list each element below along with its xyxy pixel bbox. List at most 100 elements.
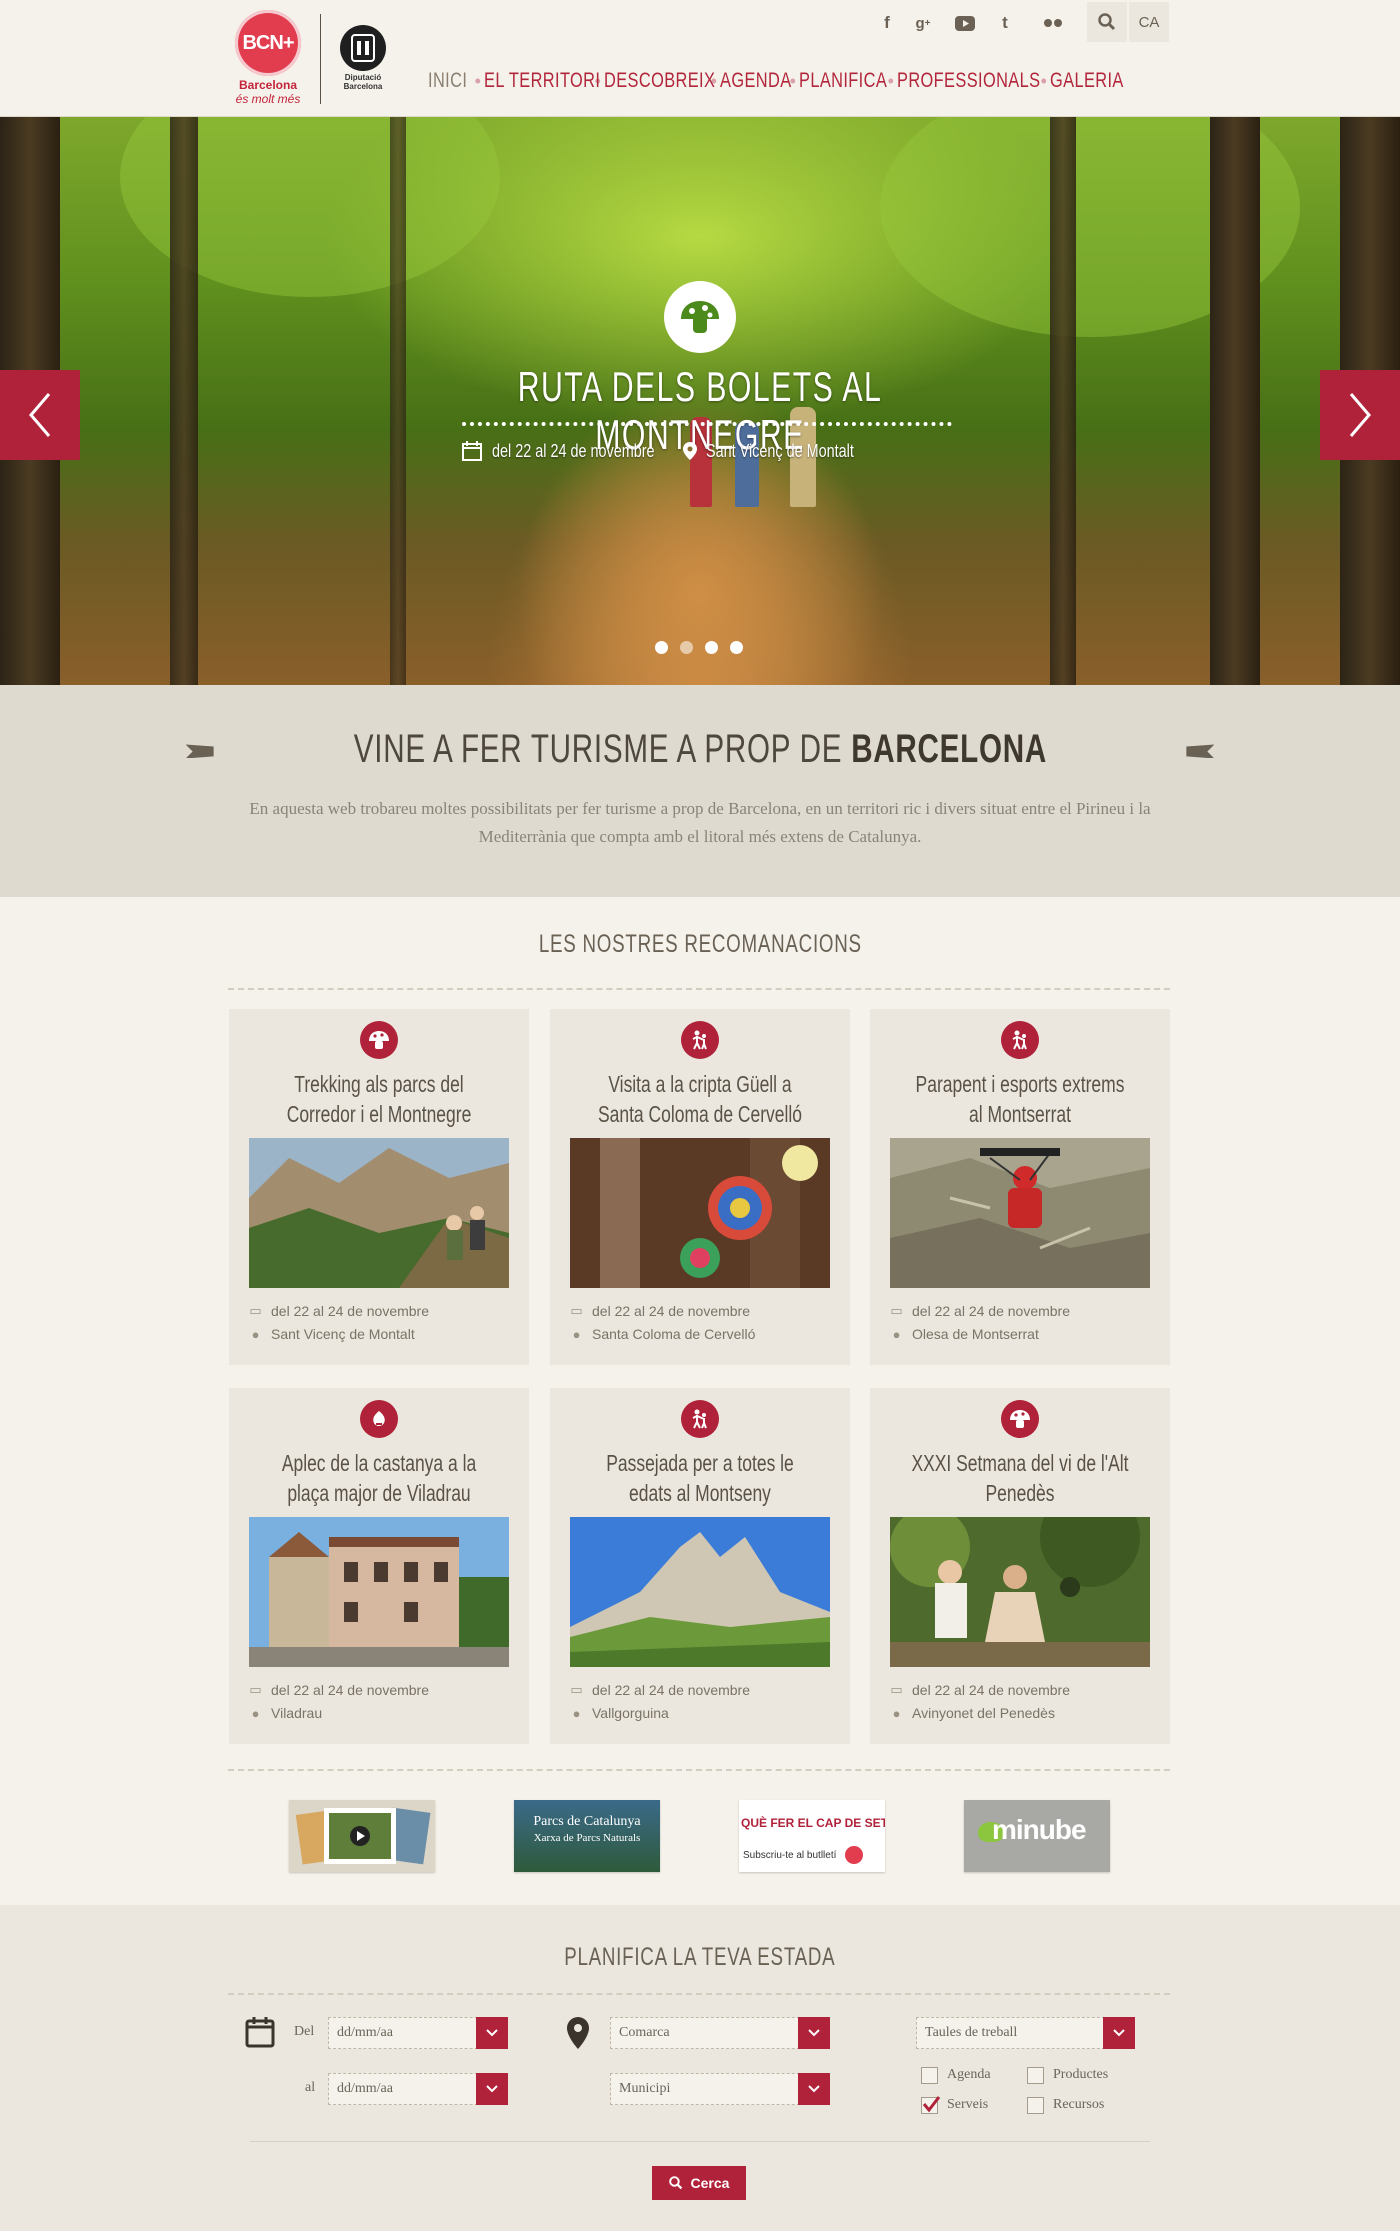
chestnut-icon [360, 1400, 398, 1438]
mushroom-icon [1001, 1400, 1039, 1438]
chevron-down-icon[interactable] [476, 2073, 508, 2105]
comarca-select[interactable]: Comarca [610, 2017, 830, 2049]
calendar-icon: ▭ [570, 1303, 583, 1318]
from-label: Del [294, 2024, 315, 2039]
card-title[interactable]: Parapent i esports extrems al Montserrat [876, 1069, 1164, 1129]
nav-item-el-territori[interactable]: EL TERRITORI [484, 69, 600, 93]
search-icon[interactable] [1087, 2, 1127, 42]
google-plus-icon[interactable]: g + [908, 8, 938, 38]
chevron-down-icon[interactable] [798, 2017, 830, 2049]
card-title-text: XXXI Setmana del vi de l'Alt Penedès [911, 1450, 1129, 1506]
flickr-icon[interactable] [1038, 8, 1068, 38]
nav-item-professionals[interactable]: PROFESSIONALS [897, 69, 1040, 93]
chevron-down-icon[interactable] [476, 2017, 508, 2049]
minube-logo-text: minube [992, 1814, 1087, 1845]
card-image[interactable] [890, 1517, 1150, 1667]
checkbox-agenda[interactable] [921, 2067, 938, 2084]
recommendations-title-text: LES NOSTRES RECOMANACIONS [538, 930, 862, 958]
location-pin-icon: ● [251, 1705, 260, 1721]
calendar-icon: ▭ [249, 1303, 262, 1318]
type-select[interactable]: Taules de treball [916, 2017, 1135, 2049]
bcn-logo-line2: és molt més [235, 92, 301, 106]
planner-title: PLANIFICA LA TEVA ESTADA [0, 1943, 1400, 1972]
slider-dot[interactable] [655, 641, 668, 654]
card-date-text: del 22 al 24 de novembre [912, 1682, 1070, 1698]
chevron-down-icon[interactable] [1103, 2017, 1135, 2049]
nav-item-planifica[interactable]: PLANIFICA [799, 69, 887, 93]
tumblr-icon[interactable]: t [990, 8, 1020, 38]
checkbox-productes[interactable] [1027, 2067, 1044, 2084]
card-title-text: Passejada per a totes le edats al Montse… [606, 1450, 794, 1506]
checkbox-recursos[interactable] [1027, 2097, 1044, 2114]
youtube-icon[interactable] [950, 8, 980, 38]
slider-dot[interactable] [730, 641, 743, 654]
chevron-left-icon [29, 393, 51, 437]
card-image[interactable] [249, 1138, 509, 1288]
card-title[interactable]: Visita a la cripta Güell a Santa Coloma … [556, 1069, 844, 1129]
comarca-value: Comarca [619, 2025, 670, 2040]
calendar-icon: ▭ [890, 1303, 903, 1318]
cap-setmana-banner[interactable]: QUÈ FER EL CAP DE SETMANA? Subscriu-te a… [739, 1800, 885, 1872]
facebook-icon[interactable]: f [872, 8, 902, 38]
card-place-text: Vallgorguina [592, 1705, 669, 1721]
card-date-text: del 22 al 24 de novembre [912, 1303, 1070, 1319]
checkbox-serveis[interactable] [921, 2096, 941, 2114]
municipi-value: Municipi [619, 2081, 671, 2096]
card-place-text: Sant Vicenç de Montalt [271, 1326, 415, 1342]
location-pin-icon: ● [572, 1326, 581, 1342]
slider-dot[interactable] [680, 641, 693, 654]
hero-date: del 22 al 24 de novembre [492, 440, 655, 461]
municipi-select[interactable]: Municipi [610, 2073, 830, 2105]
bcn-logo-line1: Barcelona [238, 78, 298, 92]
nav-item-inici[interactable]: INICI [428, 69, 467, 93]
minube-banner[interactable]: minube [964, 1800, 1110, 1872]
card-title[interactable]: XXXI Setmana del vi de l'Alt Penedès [876, 1448, 1164, 1508]
video-gallery-banner[interactable] [289, 1800, 435, 1872]
recommendation-card[interactable]: XXXI Setmana del vi de l'Alt Penedès ▭ de… [870, 1388, 1170, 1744]
card-title[interactable]: Aplec de la castanya a la plaça major de… [235, 1448, 523, 1508]
card-title[interactable]: Passejada per a totes le edats al Montse… [556, 1448, 844, 1508]
page: BCN+ Barcelona és molt més Diputació Barc… [0, 0, 1400, 2231]
calendar-icon: ▭ [249, 1682, 262, 1697]
slider-dot[interactable] [705, 641, 718, 654]
card-title-text: Trekking als parcs del Corredor i el Mon… [286, 1071, 472, 1127]
barcelona-logo[interactable]: BCN+ Barcelona és molt més [232, 10, 304, 110]
recommendation-card[interactable]: Trekking als parcs del Corredor i el Mon… [229, 1009, 529, 1365]
card-image[interactable] [570, 1517, 830, 1667]
to-date-field[interactable]: dd/mm/aa [328, 2073, 508, 2105]
search-button[interactable]: Cerca [652, 2166, 746, 2200]
location-pin-icon: ● [892, 1326, 901, 1342]
nav-item-descobreix[interactable]: DESCOBREIX [604, 69, 715, 93]
slider-prev-button[interactable] [0, 370, 80, 460]
recommendation-card[interactable]: Parapent i esports extrems al Montserrat… [870, 1009, 1170, 1365]
ribbon-right-icon [1186, 744, 1215, 759]
from-date-field[interactable]: dd/mm/aa [328, 2017, 508, 2049]
dashed-divider [228, 988, 1170, 990]
card-image[interactable] [249, 1517, 509, 1667]
slider-next-button[interactable] [1320, 370, 1400, 460]
nav-separator: • [474, 70, 482, 91]
card-image[interactable] [890, 1138, 1150, 1288]
card-title-text: Aplec de la castanya a la plaça major de… [281, 1450, 477, 1506]
card-place: ● Olesa de Montserrat [890, 1326, 1039, 1342]
nav-item-agenda[interactable]: AGENDA [720, 69, 791, 93]
intro-title: VINE A FER TURISME A PROP DE BARCELONA [0, 727, 1400, 772]
diputacio-logo[interactable]: Diputació Barcelona [336, 25, 390, 95]
language-switch[interactable]: CA [1129, 2, 1169, 42]
parcs-catalunya-banner[interactable]: Parcs de Catalunya Xarxa de Parcs Natura… [514, 1800, 660, 1872]
hero-place: Sant Vicenç de Montalt [706, 440, 854, 461]
recommendation-card[interactable]: Aplec de la castanya a la plaça major de… [229, 1388, 529, 1744]
card-title[interactable]: Trekking als parcs del Corredor i el Mon… [235, 1069, 523, 1129]
recommendation-card[interactable]: Passejada per a totes le edats al Montse… [550, 1388, 850, 1744]
diputacio-line1: Diputació [344, 73, 382, 82]
nav-item-galeria[interactable]: GALERIA [1050, 69, 1123, 93]
card-image[interactable] [570, 1138, 830, 1288]
card-place-text: Viladrau [271, 1705, 323, 1721]
chevron-down-icon[interactable] [798, 2073, 830, 2105]
recommendation-card[interactable]: Visita a la cripta Güell a Santa Coloma … [550, 1009, 850, 1365]
planner-title-text: PLANIFICA LA TEVA ESTADA [564, 1943, 836, 1971]
card-date: ▭ del 22 al 24 de novembre [249, 1682, 429, 1698]
cap-setmana-title: QUÈ FER EL CAP DE SETMANA? [741, 1816, 885, 1830]
search-button-label: Cerca [690, 2175, 730, 2191]
logo-divider [320, 14, 321, 104]
